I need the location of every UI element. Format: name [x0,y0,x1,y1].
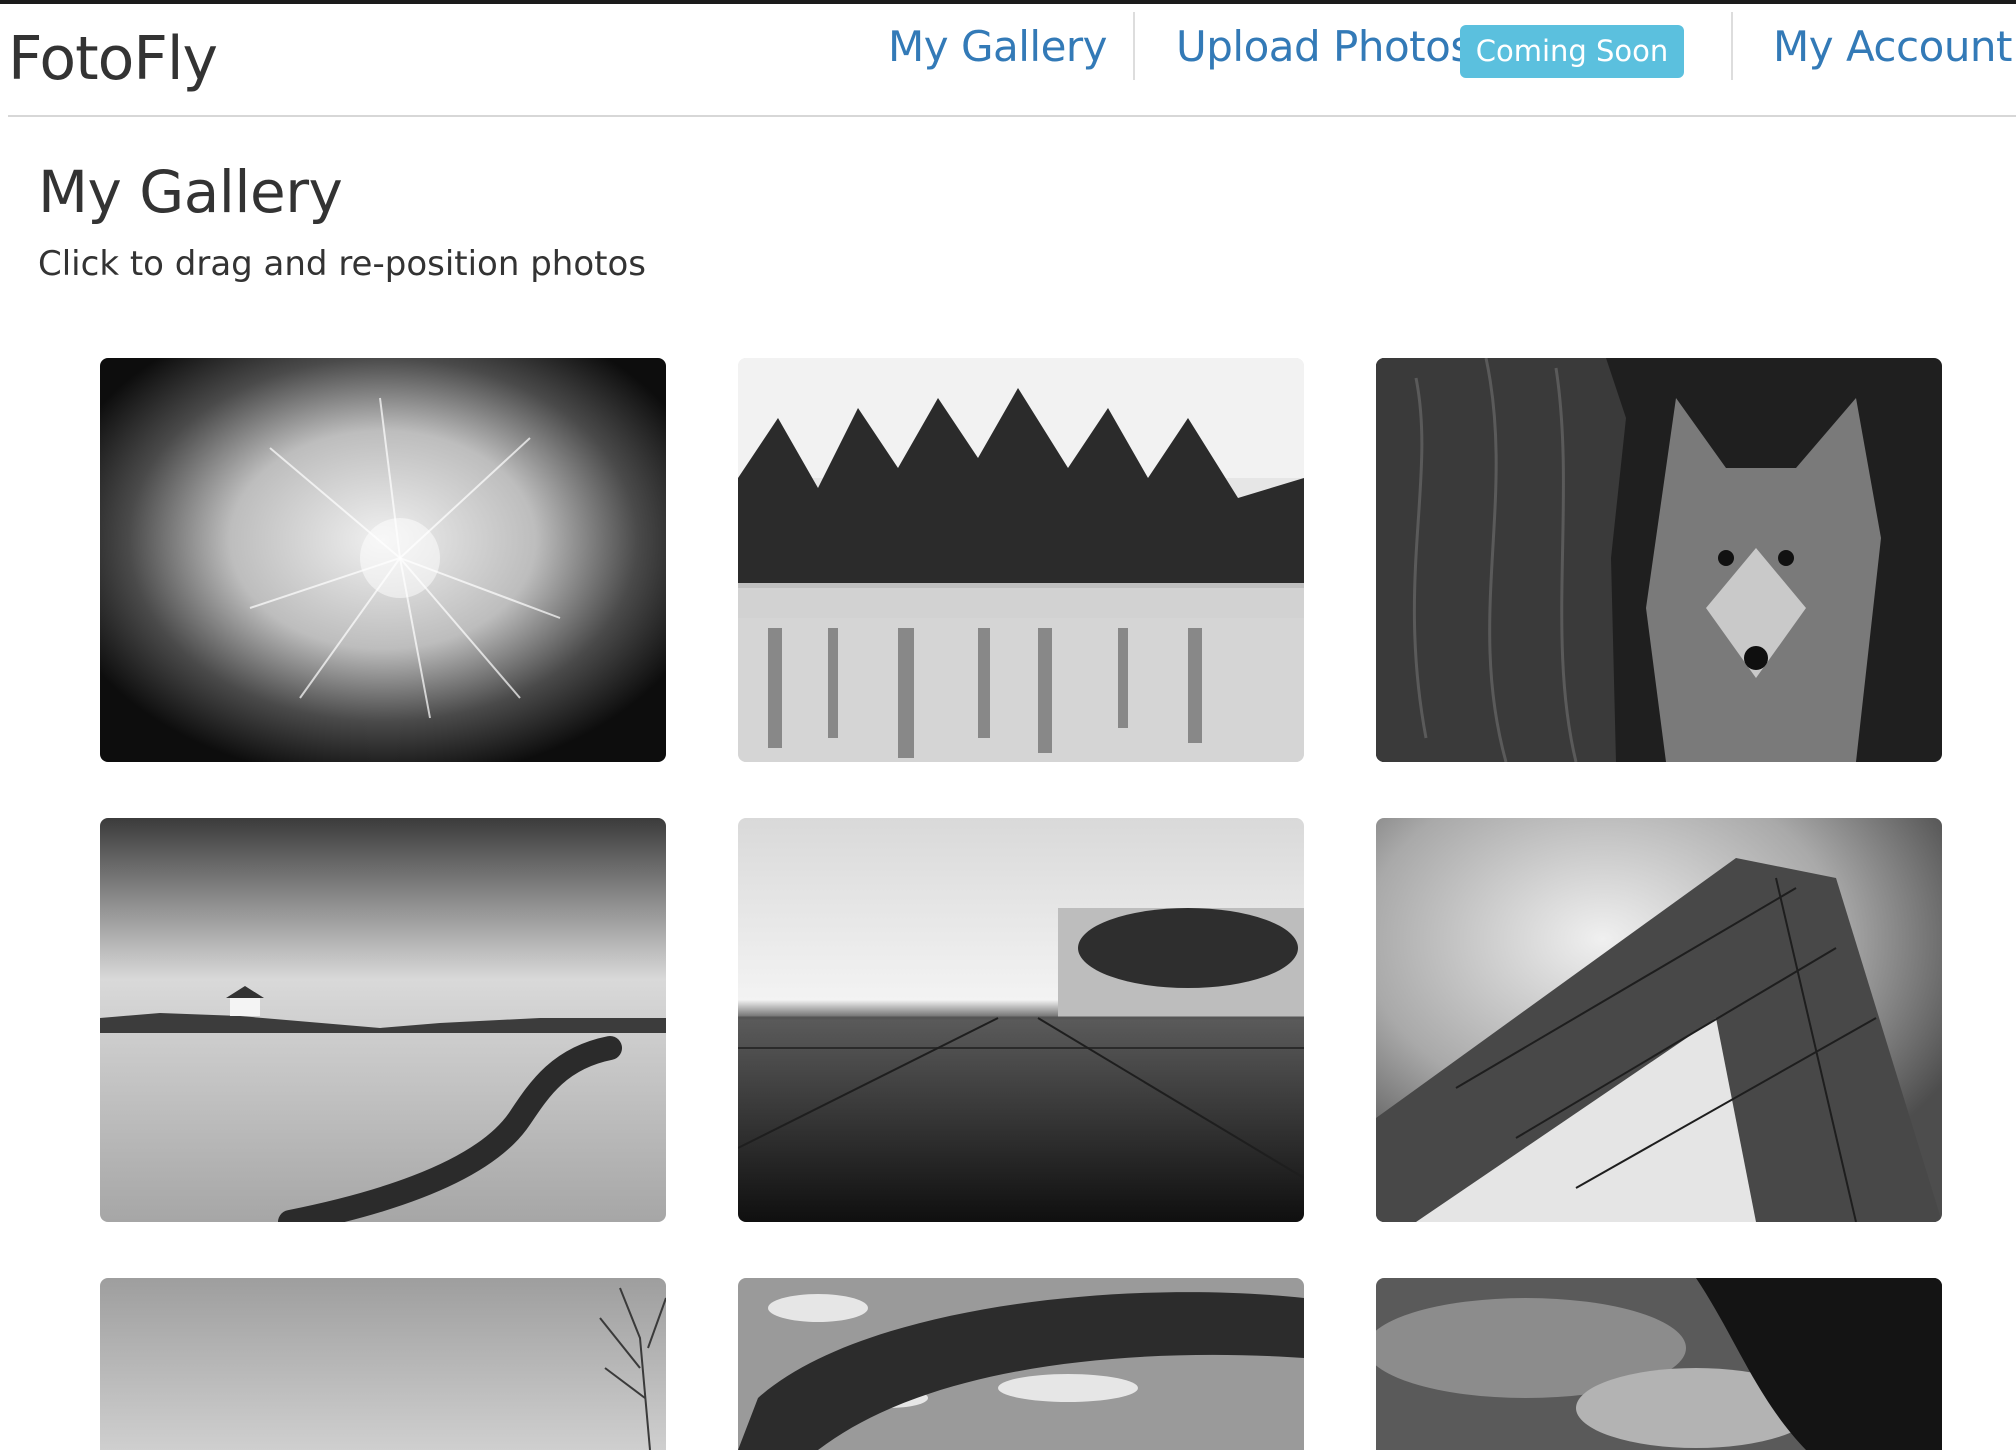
photo-misty-lake[interactable] [738,358,1304,762]
bare-tree-image [100,1278,666,1450]
photo-fox[interactable] [1376,358,1942,762]
nav-divider [1133,12,1135,80]
nav-my-account[interactable]: My Account [1773,22,2013,71]
skyscraper-image [1376,818,1942,1222]
dandelion-image [100,358,666,762]
photo-bare-tree[interactable] [100,1278,666,1450]
glass-building-image [738,818,1304,1222]
nav-my-gallery[interactable]: My Gallery [888,22,1108,71]
page-title: My Gallery [38,158,343,226]
rock-arch-image [738,1278,1304,1450]
photo-coastline[interactable] [100,818,666,1222]
coming-soon-badge: Coming Soon [1460,25,1684,78]
header-divider [8,115,2016,117]
nav-upload-photos[interactable]: Upload Photos [1176,22,1472,71]
photo-glass-building[interactable] [738,818,1304,1222]
photo-rock-arch[interactable] [738,1278,1304,1450]
photo-stormy-sky[interactable] [1376,1278,1942,1450]
stormy-sky-image [1376,1278,1942,1450]
fox-image [1376,358,1942,762]
photo-skyscraper[interactable] [1376,818,1942,1222]
coastline-image [100,818,666,1222]
brand-logo[interactable]: FotoFly [8,24,218,94]
page-subtitle: Click to drag and re-position photos [38,244,646,284]
photo-dandelion[interactable] [100,358,666,762]
top-border [0,0,2016,4]
lake-image [738,358,1304,762]
nav-divider [1731,12,1733,80]
